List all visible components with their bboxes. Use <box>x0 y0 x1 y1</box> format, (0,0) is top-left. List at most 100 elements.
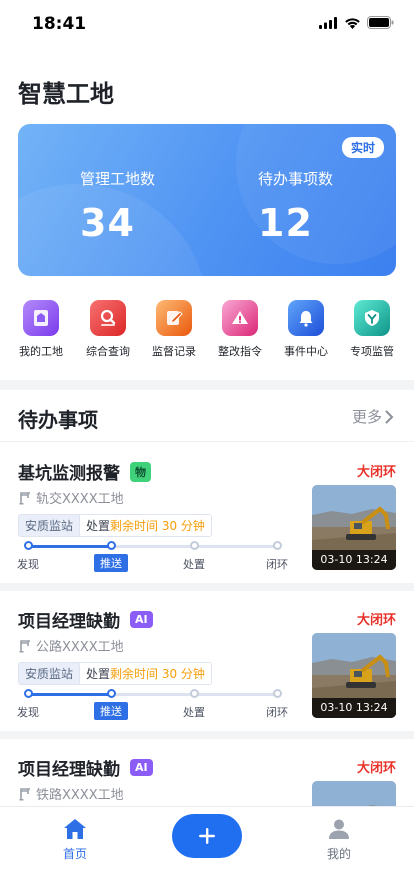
chevron-right-icon <box>385 410 394 423</box>
more-label: 更多 <box>351 408 382 426</box>
tab-me[interactable]: 我的 <box>309 817 369 862</box>
flow-step-current: 推送 <box>94 554 128 572</box>
quick-action-label: 我的工地 <box>19 345 63 358</box>
quick-action-label: 专项监管 <box>350 345 394 358</box>
quick-action-label: 监督记录 <box>152 345 196 358</box>
flow-dot <box>24 689 33 698</box>
overview-card[interactable]: 实时 管理工地数 34 待办事项数 12 <box>18 124 396 276</box>
tab-me-label: 我的 <box>326 847 351 861</box>
flow-dot <box>24 541 33 550</box>
todo-card[interactable]: 项目经理缺勤 AI 大闭环 公路XXXX工地 安质监站 处置剩余时间 30 分钟… <box>0 591 414 731</box>
todo-meta: 安质监站 处置剩余时间 30 分钟 <box>18 662 212 685</box>
wifi-icon <box>345 17 360 29</box>
signal-icon <box>319 16 337 29</box>
section-divider <box>0 380 414 390</box>
remaining-time: 剩余时间 30 分钟 <box>110 667 205 681</box>
todo-site-name: 轨交XXXX工地 <box>36 492 124 507</box>
my-site-icon <box>23 300 59 336</box>
todo-status: 大闭环 <box>356 761 396 776</box>
quick-action-label: 整改指令 <box>218 345 262 358</box>
flow-step: 发现 <box>17 558 39 571</box>
todo-tag: AI <box>130 611 153 628</box>
todo-station: 安质监站 <box>18 662 81 685</box>
quick-action-label: 综合查询 <box>86 345 130 358</box>
todo-site-name: 公路XXXX工地 <box>36 640 124 655</box>
todo-count-value: 12 <box>258 201 313 245</box>
tab-home-label: 首页 <box>62 847 87 861</box>
crane-icon <box>19 491 30 504</box>
page-title: 智慧工地 <box>18 80 114 108</box>
flow-dot <box>107 541 116 550</box>
user-icon <box>329 819 349 839</box>
flow-step: 处置 <box>183 558 205 571</box>
add-button[interactable] <box>172 814 242 858</box>
site-photo[interactable]: 03-10 13:24 <box>312 633 396 718</box>
more-link[interactable]: 更多 <box>352 406 394 427</box>
flow-step: 发现 <box>17 706 39 719</box>
quick-action-records[interactable]: 监督记录 <box>141 300 207 359</box>
managed-sites-value: 34 <box>80 201 135 245</box>
todo-site: 铁路XXXX工地 <box>18 784 124 803</box>
todo-site: 公路XXXX工地 <box>18 636 124 655</box>
record-icon <box>156 300 192 336</box>
flow-dot <box>190 541 199 550</box>
search-icon <box>90 300 126 336</box>
photo-timestamp: 03-10 13:24 <box>312 550 396 570</box>
flow-step-current: 推送 <box>94 702 128 720</box>
todo-tag: AI <box>130 759 153 776</box>
flow-step: 闭环 <box>266 558 288 571</box>
flow-dot <box>107 689 116 698</box>
realtime-badge: 实时 <box>341 137 384 158</box>
todo-deadline: 处置剩余时间 30 分钟 <box>80 514 212 537</box>
todo-status: 大闭环 <box>356 465 396 480</box>
todo-section-header: 待办事项 更多 <box>0 390 414 442</box>
todo-site-name: 铁路XXXX工地 <box>36 788 124 803</box>
quick-actions: 我的工地 综合查询 监督记录 整改指令 事件中心 专项监管 <box>0 300 414 364</box>
todo-station: 安质监站 <box>18 514 81 537</box>
site-photo[interactable] <box>312 781 396 806</box>
quick-action-my-site[interactable]: 我的工地 <box>8 300 74 359</box>
todo-title-row: 基坑监测报警 物 <box>18 459 151 484</box>
status-icons <box>319 16 394 29</box>
quick-action-events[interactable]: 事件中心 <box>273 300 339 359</box>
bell-icon <box>288 300 324 336</box>
todo-card[interactable]: 项目经理缺勤 AI 大闭环 铁路XXXX工地 <box>0 739 414 806</box>
photo-timestamp: 03-10 13:24 <box>312 698 396 718</box>
quick-action-rectify[interactable]: 整改指令 <box>207 300 273 359</box>
flow-dot <box>273 689 282 698</box>
todo-title-row: 项目经理缺勤 AI <box>18 607 153 632</box>
flow-step: 处置 <box>183 706 205 719</box>
plus-icon <box>199 828 215 844</box>
quick-action-query[interactable]: 综合查询 <box>75 300 141 359</box>
crane-icon <box>19 639 30 652</box>
managed-sites-stat[interactable]: 管理工地数 34 <box>80 168 155 245</box>
flow-dot <box>190 689 199 698</box>
tab-home[interactable]: 首页 <box>45 817 105 862</box>
status-time: 18:41 <box>32 14 87 34</box>
todo-deadline: 处置剩余时间 30 分钟 <box>80 662 212 685</box>
quick-action-special[interactable]: 专项监管 <box>339 300 405 359</box>
flow-step: 闭环 <box>266 706 288 719</box>
process-flow: 发现 推送 处置 闭环 <box>17 541 288 572</box>
process-flow: 发现 推送 处置 闭环 <box>17 689 288 720</box>
todo-title: 项目经理缺勤 <box>18 760 120 780</box>
flow-dot <box>273 541 282 550</box>
todo-title: 基坑监测报警 <box>18 464 120 484</box>
warning-icon <box>222 300 258 336</box>
todo-count-label: 待办事项数 <box>258 170 334 188</box>
todo-tag: 物 <box>130 461 151 482</box>
status-bar: 18:41 <box>0 0 414 50</box>
todo-meta: 安质监站 处置剩余时间 30 分钟 <box>18 514 212 537</box>
todo-count-stat[interactable]: 待办事项数 12 <box>258 168 333 245</box>
site-photo[interactable]: 03-10 13:24 <box>312 485 396 570</box>
todo-title: 项目经理缺勤 <box>18 612 120 632</box>
todo-site: 轨交XXXX工地 <box>18 488 124 507</box>
todo-title-row: 项目经理缺勤 AI <box>18 755 153 780</box>
todo-status: 大闭环 <box>356 613 396 628</box>
battery-icon <box>367 16 394 29</box>
section-title: 待办事项 <box>18 408 98 432</box>
remaining-time: 剩余时间 30 分钟 <box>110 519 205 533</box>
home-icon <box>64 819 86 839</box>
todo-card[interactable]: 基坑监测报警 物 大闭环 轨交XXXX工地 安质监站 处置剩余时间 30 分钟 … <box>0 443 414 583</box>
managed-sites-label: 管理工地数 <box>80 170 156 188</box>
